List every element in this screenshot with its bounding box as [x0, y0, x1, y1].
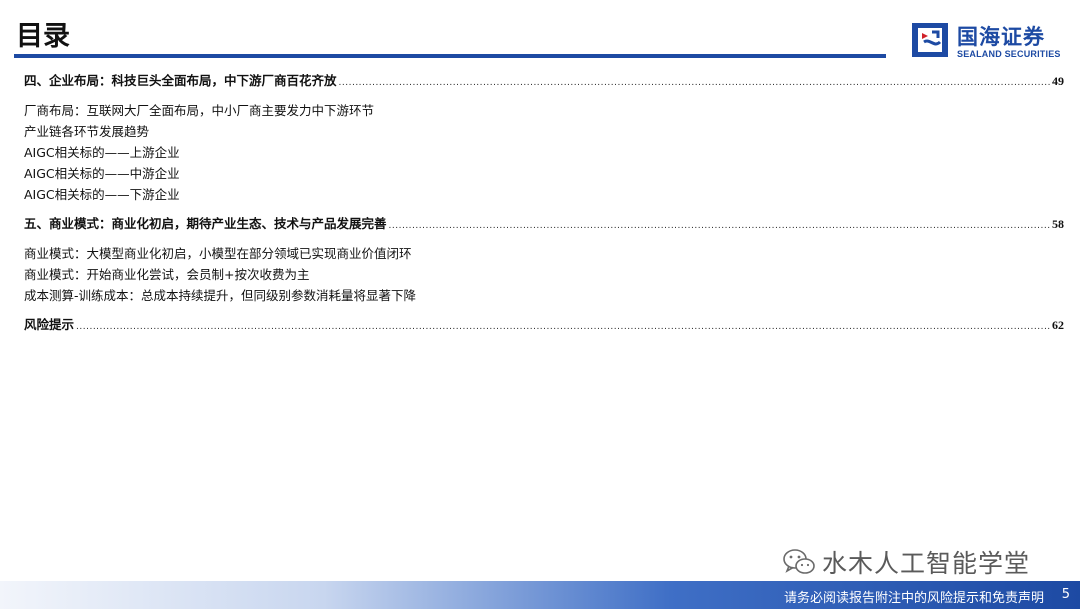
toc-item[interactable]: AIGC相关标的——上游企业	[24, 142, 1064, 163]
wechat-icon	[783, 549, 815, 574]
table-of-contents: 四、企业布局：科技巨头全面布局，中下游厂商百花齐放 49 厂商布局：互联网大厂全…	[24, 70, 1064, 335]
toc-section-risk[interactable]: 风险提示 62	[24, 314, 1064, 335]
toc-item[interactable]: 成本测算-训练成本：总成本持续提升，但同级别参数消耗量将显著下降	[24, 285, 1064, 306]
toc-page-number: 49	[1052, 74, 1064, 88]
toc-leader-dots	[389, 221, 1050, 231]
toc-item[interactable]: 产业链各环节发展趋势	[24, 121, 1064, 142]
toc-section-label: 五、商业模式：商业化初启，期待产业生态、技术与产品发展完善	[24, 216, 387, 231]
watermark: 水木人工智能学堂	[782, 542, 1030, 582]
toc-page-number: 58	[1052, 217, 1064, 231]
header-divider	[14, 54, 886, 58]
toc-item[interactable]: 厂商布局：互联网大厂全面布局，中小厂商主要发力中下游环节	[24, 100, 1064, 121]
page-title: 目录	[16, 21, 70, 52]
toc-section-5[interactable]: 五、商业模式：商业化初启，期待产业生态、技术与产品发展完善 58	[24, 213, 1064, 234]
brand-name-en: SEALAND SECURITIES	[957, 49, 1061, 59]
brand-name-cn: 国海证券	[957, 25, 1045, 49]
footer-bar: 请务必阅读报告附注中的风险提示和免责声明 5	[0, 581, 1080, 609]
watermark-text: 水木人工智能学堂	[822, 549, 1031, 578]
toc-item[interactable]: 商业模式：大模型商业化初启，小模型在部分领域已实现商业价值闭环	[24, 243, 1064, 264]
brand-logo: 国海证券 SEALAND SECURITIES	[910, 20, 1070, 62]
toc-item[interactable]: 商业模式：开始商业化尝试，会员制+按次收费为主	[24, 264, 1064, 285]
toc-leader-dots	[76, 322, 1050, 332]
footer-disclaimer: 请务必阅读报告附注中的风险提示和免责声明	[783, 591, 1044, 606]
toc-leader-dots	[339, 78, 1050, 88]
toc-item[interactable]: AIGC相关标的——中游企业	[24, 163, 1064, 184]
toc-item[interactable]: AIGC相关标的——下游企业	[24, 184, 1064, 205]
page-number: 5	[1061, 587, 1070, 602]
toc-page-number: 62	[1052, 318, 1064, 332]
toc-section-4[interactable]: 四、企业布局：科技巨头全面布局，中下游厂商百花齐放 49	[24, 70, 1064, 91]
toc-section-label: 风险提示	[24, 317, 75, 332]
toc-section-label: 四、企业布局：科技巨头全面布局，中下游厂商百花齐放	[24, 73, 337, 88]
sealand-logo-icon	[912, 23, 948, 57]
